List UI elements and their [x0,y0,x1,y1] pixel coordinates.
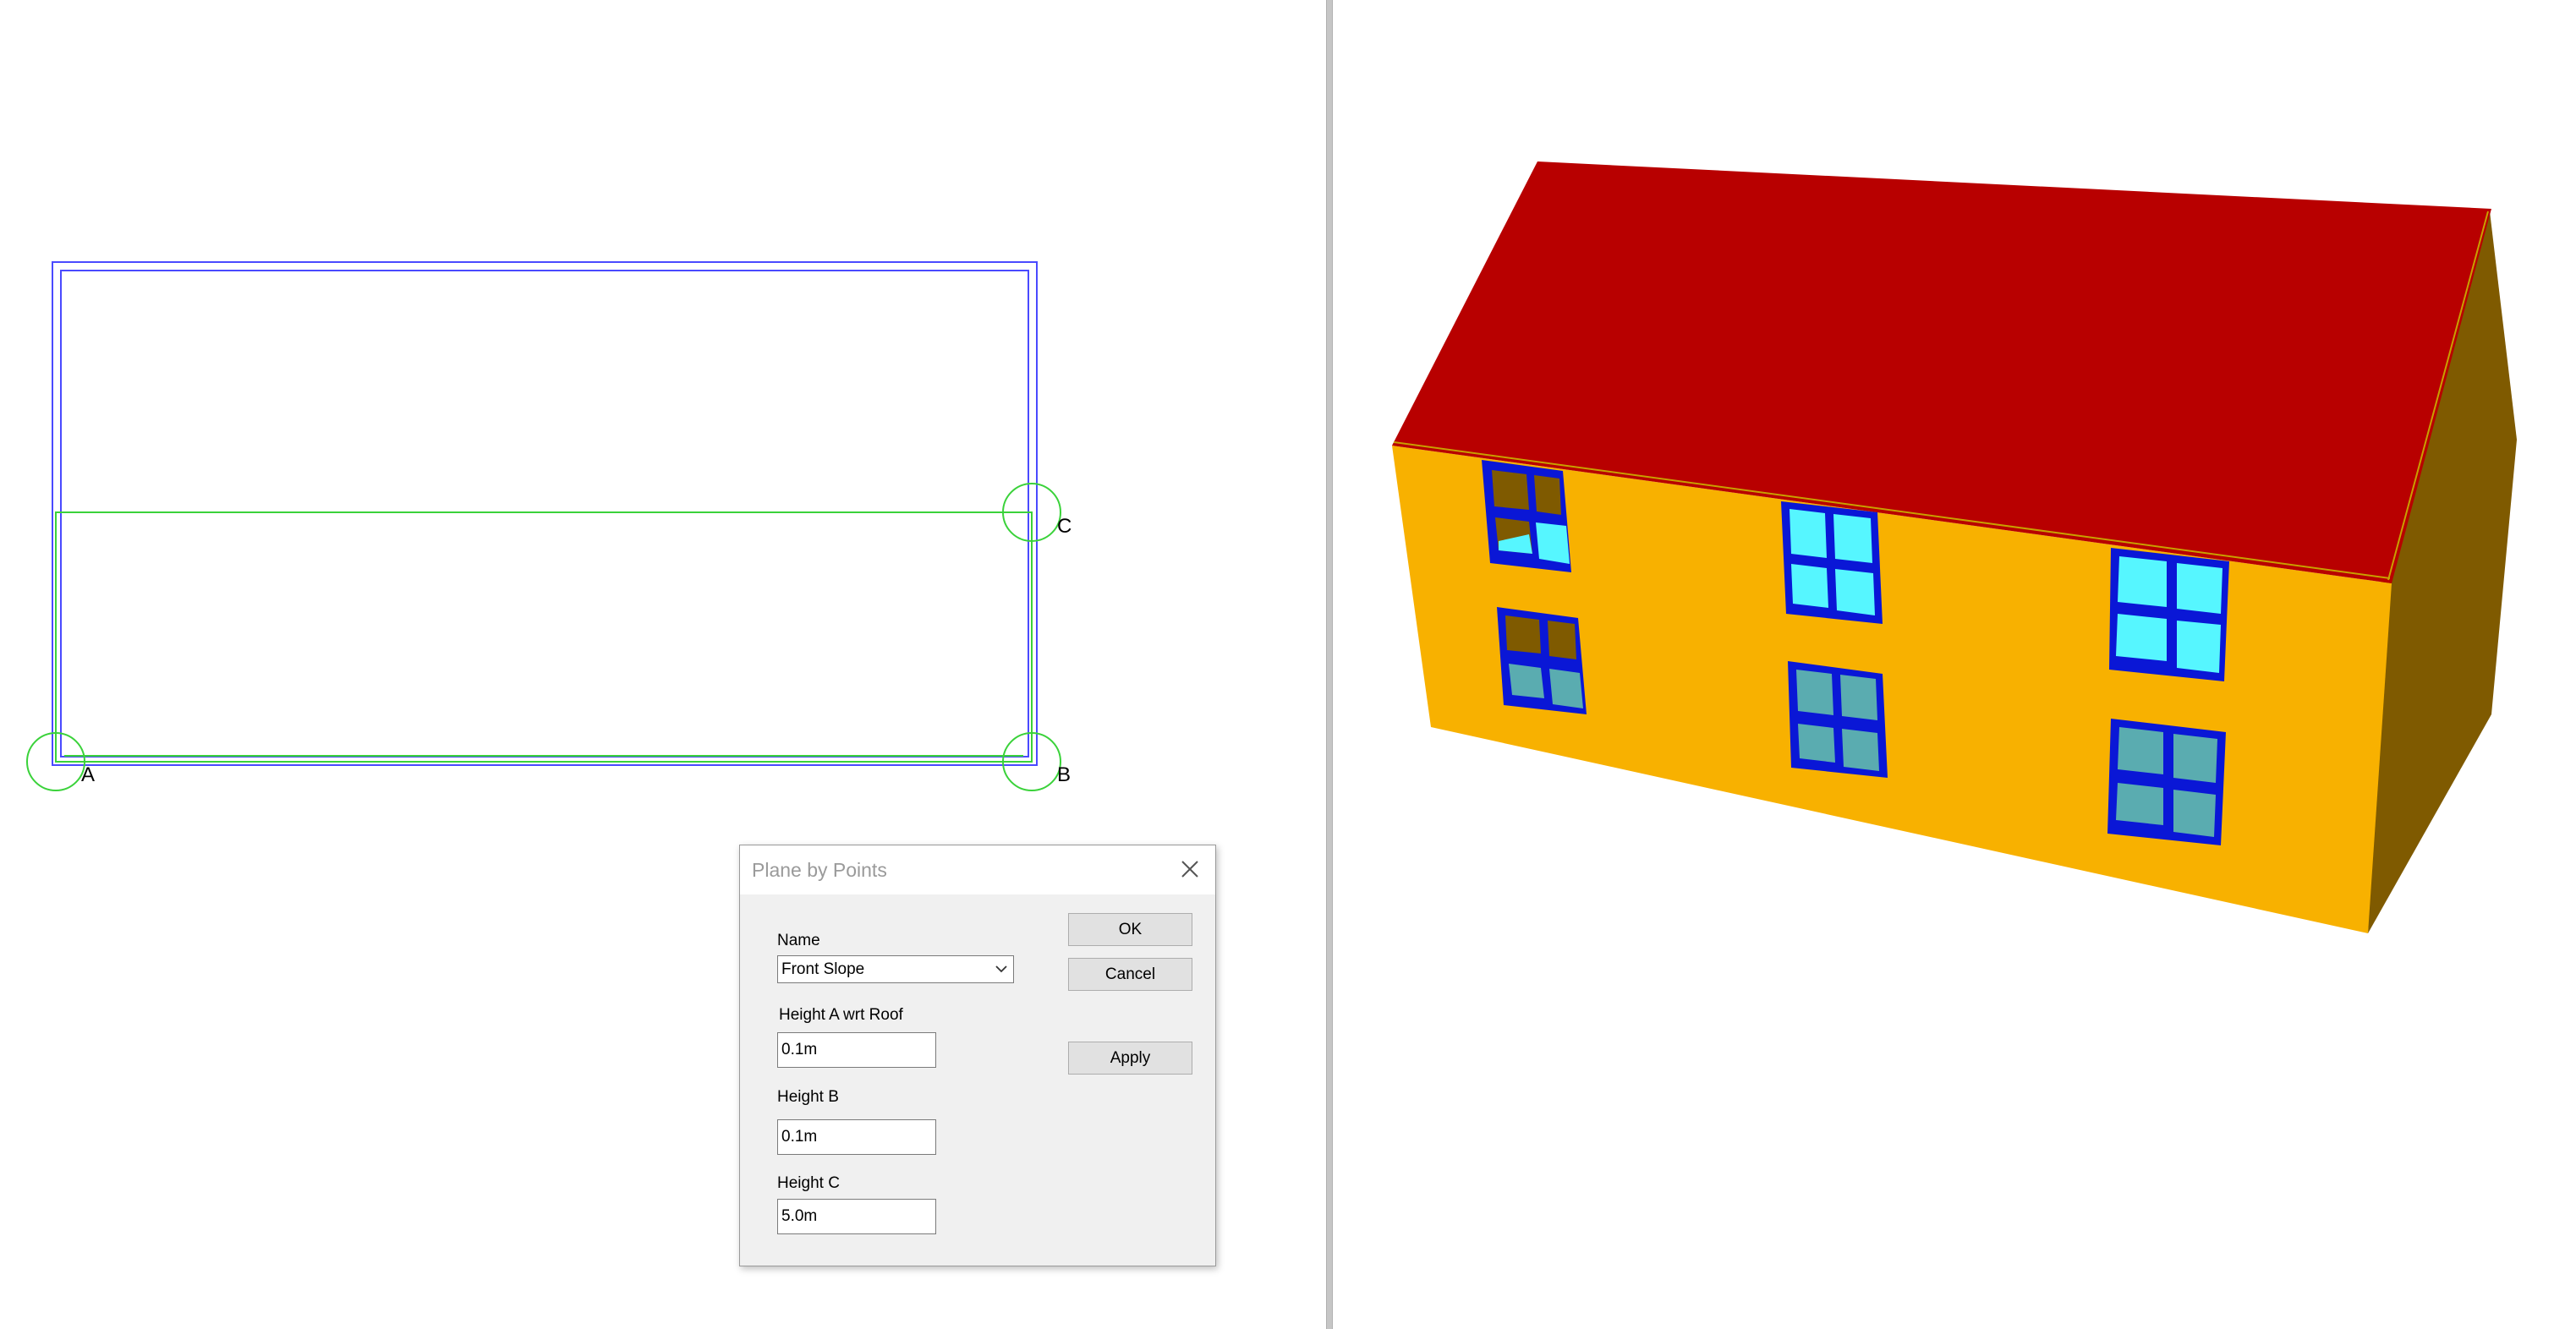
window-lower-3[interactable] [2107,719,2226,845]
window-upper-1[interactable] [1482,460,1571,572]
window-lower-1[interactable] [1497,607,1587,714]
height-c-label: Height C [777,1174,840,1192]
height-c-input[interactable]: 5.0m [777,1199,936,1234]
ok-button[interactable]: OK [1068,913,1192,946]
3d-canvas[interactable] [1333,0,2576,1329]
plane-by-points-dialog: Plane by Points Name Front Slope Height … [739,845,1216,1266]
dialog-title: Plane by Points [752,859,887,881]
height-a-label: Height A wrt Roof [779,1006,903,1024]
point-b-label: B [1057,763,1071,786]
chevron-down-icon [995,965,1007,973]
pane-splitter[interactable] [1326,0,1333,1329]
point-a-label: A [81,763,95,786]
cancel-button[interactable]: Cancel [1068,958,1192,991]
height-a-input[interactable]: 0.1m [777,1032,936,1068]
window-upper-2[interactable] [1781,501,1883,624]
dialog-titlebar[interactable]: Plane by Points [740,845,1215,894]
wall-inner-outline[interactable] [60,270,1029,757]
name-select-value: Front Slope [781,960,865,978]
plan-view[interactable]: A B C Plane by Points Name Front Slope H… [0,0,1326,1329]
height-b-input[interactable]: 0.1m [777,1119,936,1155]
point-c-label: C [1057,515,1072,538]
3d-view[interactable] [1333,0,2576,1329]
name-label: Name [777,932,820,949]
window-lower-2[interactable] [1788,661,1888,778]
wall-outer-outline[interactable] [52,261,1038,766]
close-icon[interactable] [1176,856,1203,883]
window-upper-3[interactable] [2109,548,2229,681]
apply-button[interactable]: Apply [1068,1042,1192,1075]
height-b-label: Height B [777,1088,839,1106]
selected-plane-outline[interactable] [55,511,1033,763]
name-select[interactable]: Front Slope [777,955,1014,983]
